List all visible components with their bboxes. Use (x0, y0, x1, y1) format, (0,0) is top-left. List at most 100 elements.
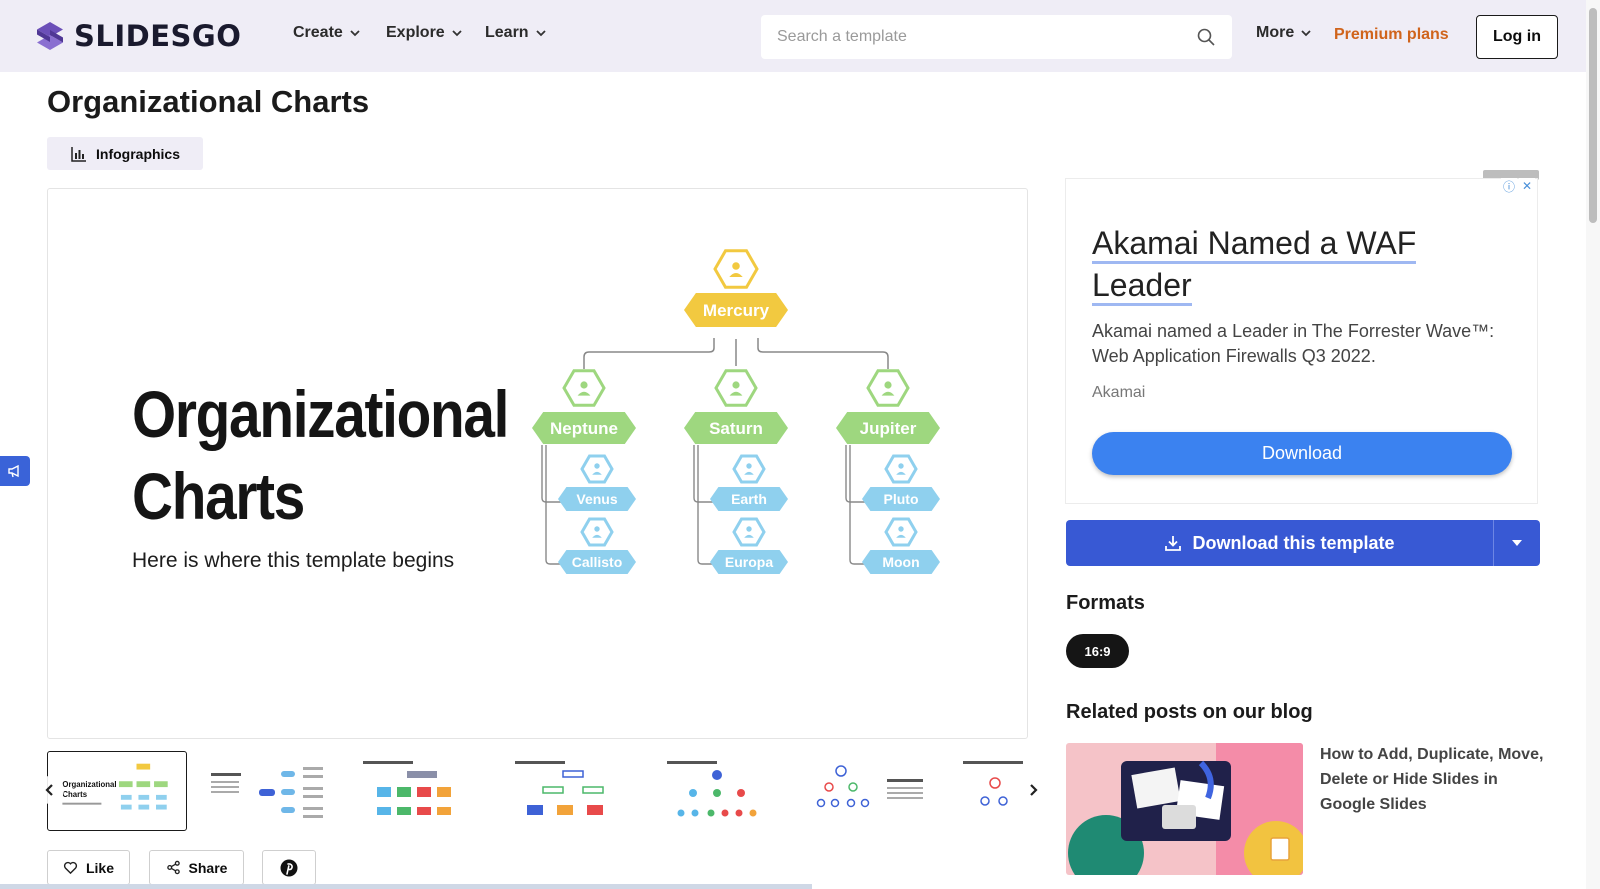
share-button[interactable]: Share (149, 850, 244, 885)
thumbnail-6-graphic (816, 765, 923, 808)
ad-headline[interactable]: Akamai Named a WAF Leader (1092, 222, 1492, 306)
share-label: Share (188, 859, 228, 876)
caret-down-icon (1512, 540, 1522, 546)
ad-close-icon[interactable]: ✕ (1519, 178, 1535, 194)
branch-1-child-1-label: Venus (576, 491, 617, 507)
slide-title-line-1: Organizational (132, 377, 509, 451)
download-icon (1165, 536, 1182, 551)
thumbnail-strip: Organizational Charts (47, 751, 1042, 833)
branch-2-child-1-avatar-head (746, 463, 752, 469)
branch-1-connector-trunk (545, 445, 564, 565)
download-template-button[interactable]: Download this template (1066, 520, 1540, 566)
nav-learn-label: Learn (485, 24, 529, 41)
feedback-button[interactable] (0, 456, 30, 486)
ad-headline-line-1: Akamai Named a WAF (1092, 225, 1417, 264)
download-template-main[interactable]: Download this template (1066, 520, 1494, 566)
chevron-down-icon (535, 30, 546, 37)
category-tag[interactable]: Infographics (47, 137, 203, 170)
chevron-down-icon (1301, 30, 1311, 37)
thumbnail-slide-1[interactable]: Organizational Charts (47, 751, 187, 831)
pinterest-button[interactable] (262, 850, 316, 885)
thumbnail-slide-2[interactable] (199, 751, 339, 831)
search-input[interactable] (777, 28, 1196, 46)
premium-plans-link[interactable]: Premium plans (1334, 26, 1449, 44)
thumbnail-1-graphic: Organizational Charts (62, 763, 168, 810)
ad-headline-line-2: Leader (1092, 267, 1192, 306)
page-scrollbar[interactable] (1586, 0, 1600, 889)
branch-3-child-1-avatar-head (898, 463, 904, 469)
blog-post-title[interactable]: How to Add, Duplicate, Move, Delete or H… (1320, 742, 1550, 817)
megaphone-icon (8, 464, 19, 478)
slidesgo-logo[interactable]: SLIDESGO (34, 19, 241, 53)
branch-3-connector-trunk (849, 445, 868, 565)
thumbnail-4-graphic (515, 761, 604, 815)
nav-create-label: Create (293, 24, 343, 41)
slidesgo-logo-icon (37, 22, 63, 50)
thumbnails-prev-arrow[interactable] (36, 776, 64, 804)
nav-explore[interactable]: Explore (386, 24, 463, 42)
branch-3-label: Jupiter (860, 419, 917, 438)
thumbnail-slide-6[interactable] (807, 751, 947, 831)
branch-2-child-2-hexagon (732, 517, 766, 547)
blog-post-thumbnail[interactable] (1066, 743, 1303, 875)
branch-1-label: Neptune (550, 419, 618, 438)
branch-1-child-2-label: Callisto (572, 554, 623, 570)
thumbnail-slide-4[interactable] (503, 751, 643, 831)
branch-2-avatar-head (732, 381, 740, 389)
branch-1-avatar-head (580, 381, 588, 389)
nav-more[interactable]: More (1256, 24, 1312, 42)
nav-learn[interactable]: Learn (485, 24, 547, 42)
like-button[interactable]: Like (47, 850, 130, 885)
nav-create[interactable]: Create (293, 24, 361, 42)
nav-explore-label: Explore (386, 24, 445, 41)
template-preview[interactable]: Organizational Charts Here is where this… (47, 188, 1028, 739)
connector-right (757, 338, 889, 369)
branch-2-child-2-label: Europa (725, 554, 773, 570)
connector-left (583, 338, 715, 369)
thumbnail-slide-3[interactable] (351, 751, 491, 831)
branch-3-child-1-hexagon (884, 454, 918, 484)
thumbnail-2-graphic (211, 767, 323, 818)
download-options-toggle[interactable] (1494, 520, 1540, 566)
scrollbar-thumb[interactable] (1589, 8, 1597, 223)
format-16-9-pill[interactable]: 16:9 (1066, 634, 1129, 668)
branch-3-child-2-avatar-head (898, 526, 904, 532)
search-icon[interactable] (1196, 27, 1216, 47)
ad-download-button[interactable]: Download (1092, 432, 1512, 475)
branch-2-connector-trunk (697, 445, 716, 565)
ad-brand: Akamai (1092, 384, 1146, 401)
branch-2-connector-branch (693, 445, 716, 503)
top-navigation-bar: SLIDESGO Create Explore Learn More Premi… (0, 0, 1586, 72)
bottom-progress-strip (0, 884, 812, 889)
page-title: Organizational Charts (47, 84, 370, 119)
chevron-down-icon (350, 30, 360, 37)
nav-more-label: More (1256, 24, 1295, 41)
slide-title: Organizational Charts (132, 373, 509, 537)
branch-1-child-2-avatar-head (594, 526, 600, 532)
thumbnails-next-arrow[interactable] (1019, 776, 1047, 804)
thumbnail-1-title-line-2: Charts (62, 790, 87, 799)
branch-1-connector-branch (541, 445, 564, 503)
related-posts-heading: Related posts on our blog (1066, 701, 1313, 723)
root-avatar-head (732, 262, 740, 270)
download-template-label: Download this template (1192, 532, 1395, 553)
branch-3-child-2-hexagon (884, 517, 918, 547)
chevron-down-icon (452, 30, 462, 37)
root-label: Mercury (703, 301, 770, 320)
branch-2-child-1-hexagon (732, 454, 766, 484)
pinterest-icon (280, 859, 298, 876)
chevron-left-icon (45, 784, 53, 796)
org-chart: Mercury Neptune Venus Callisto Saturn Earth Eu… (532, 249, 940, 574)
thumbnail-slide-5[interactable] (655, 751, 795, 831)
formats-heading: Formats (1066, 592, 1145, 614)
thumbnail-1-title-line-1: Organizational (62, 780, 116, 789)
thumbnail-5-graphic (667, 761, 757, 817)
share-icon (166, 860, 180, 875)
slide-subtitle: Here is where this template begins (132, 549, 455, 572)
ad-info-icon[interactable]: ⓘ (1501, 178, 1517, 194)
ad-body-text: Akamai named a Leader in The Forrester W… (1092, 321, 1495, 366)
branch-3-child-1-label: Pluto (884, 491, 919, 507)
search-box[interactable] (761, 15, 1232, 59)
branch-3-child-2-label: Moon (882, 554, 919, 570)
login-button[interactable]: Log in (1476, 15, 1558, 59)
